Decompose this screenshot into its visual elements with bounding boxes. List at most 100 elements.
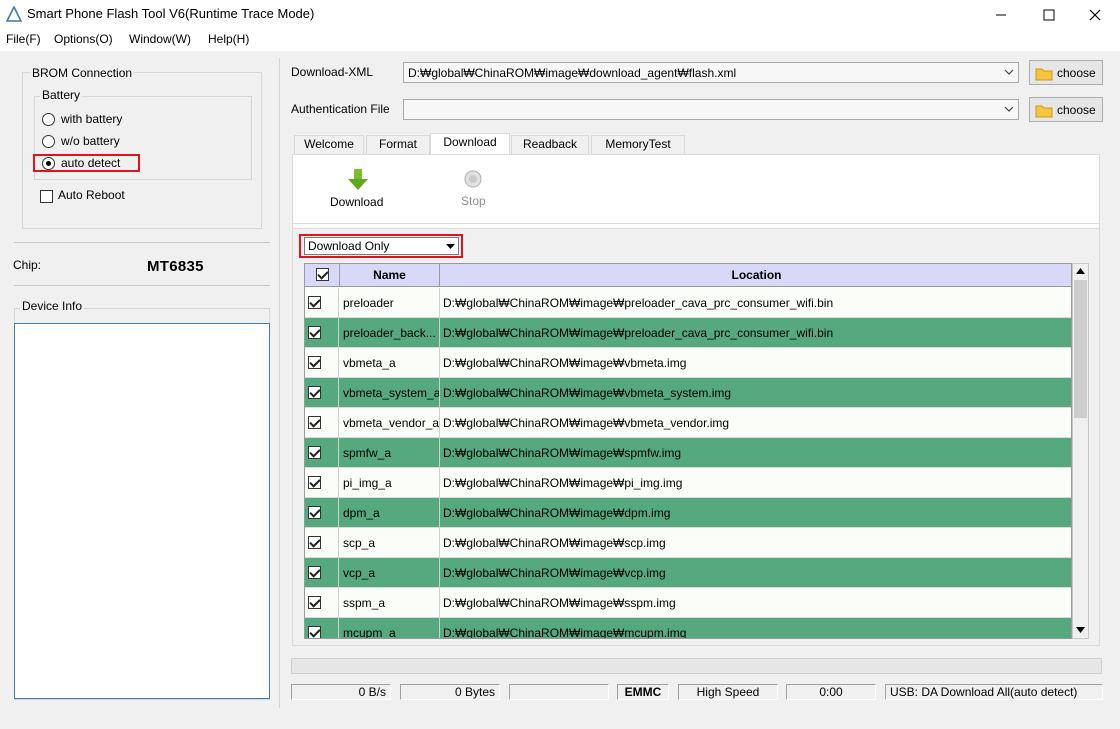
row-name: preloader (340, 288, 440, 318)
select-all-checkbox[interactable] (316, 268, 329, 281)
status-time: 0:00 (786, 684, 876, 700)
menu-help[interactable]: Help(H) (208, 32, 249, 46)
download-xml-combo[interactable]: D:₩global₩ChinaROM₩image₩download_agent₩… (403, 62, 1019, 83)
row-name: vcp_a (340, 558, 440, 588)
choose-xml-label: choose (1057, 66, 1096, 80)
tab-download[interactable]: Download (430, 133, 510, 155)
status-bytes: 0 Bytes (400, 684, 500, 700)
table-row[interactable]: mcupm_a D:₩global₩ChinaROM₩image₩mcupm.im… (305, 618, 1071, 639)
wo-battery-radio[interactable] (42, 135, 55, 148)
menu-window[interactable]: Window(W) (129, 32, 191, 46)
progress-bar (291, 658, 1102, 674)
row-name: spmfw_a (340, 438, 440, 468)
table-row[interactable]: pi_img_a D:₩global₩ChinaROM₩image₩pi_img.… (305, 468, 1071, 498)
row-checkbox-cell (305, 528, 339, 558)
chevron-down-icon (1004, 106, 1014, 112)
chevron-down-icon (1004, 69, 1014, 75)
row-location: D:₩global₩ChinaROM₩image₩dpm.img (443, 506, 671, 520)
wo-battery-label: w/o battery (61, 134, 120, 148)
minimize-button[interactable] (978, 0, 1024, 29)
row-checkbox-cell (305, 408, 339, 438)
row-location: D:₩global₩ChinaROM₩image₩preloader_cava_… (443, 326, 834, 340)
row-checkbox[interactable] (308, 446, 321, 459)
table-row[interactable]: spmfw_a D:₩global₩ChinaROM₩image₩spmfw.im… (305, 438, 1071, 468)
tab-format[interactable]: Format (366, 135, 430, 154)
chip-value: MT6835 (147, 258, 204, 275)
table-row[interactable]: vcp_a D:₩global₩ChinaROM₩image₩vcp.img (305, 558, 1071, 588)
device-info-box (14, 323, 270, 699)
device-info-title: Device Info (20, 299, 85, 313)
table-row[interactable]: preloader D:₩global₩ChinaROM₩image₩preloa… (305, 288, 1071, 318)
menu-bar: File(F) Options(O) Window(W) Help(H) (0, 29, 1120, 51)
scroll-down-icon[interactable] (1075, 626, 1086, 634)
status-storage: EMMC (617, 684, 669, 700)
row-checkbox[interactable] (308, 356, 321, 369)
row-name: dpm_a (340, 498, 440, 528)
row-checkbox[interactable] (308, 506, 321, 519)
minimize-icon (996, 14, 1006, 15)
row-checkbox-cell (305, 498, 339, 528)
table-row[interactable]: vbmeta_vendor_a D:₩global₩ChinaROM₩image₩… (305, 408, 1071, 438)
choose-xml-button[interactable]: choose (1029, 60, 1103, 85)
tab-memorytest[interactable]: MemoryTest (591, 135, 685, 154)
download-label: Download (330, 195, 384, 209)
stop-button[interactable]: Stop (452, 166, 496, 216)
row-checkbox-cell (305, 468, 339, 498)
tab-readback[interactable]: Readback (511, 135, 589, 154)
scrollbar-thumb[interactable] (1074, 280, 1087, 418)
tab-welcome[interactable]: Welcome (294, 135, 364, 154)
row-checkbox[interactable] (308, 476, 321, 489)
table-row[interactable]: vbmeta_a D:₩global₩ChinaROM₩image₩vbmeta.… (305, 348, 1071, 378)
header-name[interactable]: Name (340, 264, 440, 287)
window-title: Smart Phone Flash Tool V6(Runtime Trace … (27, 6, 315, 21)
status-usb: USB: DA Download All(auto detect) (885, 684, 1103, 700)
with-battery-radio[interactable] (42, 113, 55, 126)
menu-file[interactable]: File(F) (6, 32, 41, 46)
table-row[interactable]: dpm_a D:₩global₩ChinaROM₩image₩dpm.img (305, 498, 1071, 528)
row-checkbox[interactable] (308, 596, 321, 609)
row-checkbox[interactable] (308, 626, 321, 638)
splitter[interactable] (279, 58, 280, 708)
scroll-up-icon[interactable] (1075, 267, 1086, 275)
row-location: D:₩global₩ChinaROM₩image₩preloader_cava_… (443, 296, 834, 310)
row-location: D:₩global₩ChinaROM₩image₩pi_img.img (443, 476, 683, 490)
row-location: D:₩global₩ChinaROM₩image₩vbmeta.img (443, 356, 687, 370)
row-name: mcupm_a (340, 618, 440, 638)
folder-icon (1035, 105, 1053, 118)
row-checkbox[interactable] (308, 386, 321, 399)
download-button[interactable]: Download (322, 166, 394, 216)
row-location: D:₩global₩ChinaROM₩image₩sspm.img (443, 596, 676, 610)
chip-label: Chip: (13, 258, 42, 272)
close-button[interactable] (1072, 0, 1118, 29)
app-logo-icon (6, 6, 22, 22)
folder-icon (1035, 68, 1053, 81)
divider (14, 242, 270, 243)
row-checkbox[interactable] (308, 566, 321, 579)
divider (14, 285, 270, 286)
header-select-all[interactable] (305, 264, 340, 287)
choose-auth-button[interactable]: choose (1029, 97, 1103, 122)
row-checkbox[interactable] (308, 536, 321, 549)
table-header: Name Location (305, 264, 1071, 287)
maximize-button[interactable] (1026, 0, 1072, 29)
row-checkbox[interactable] (308, 326, 321, 339)
table-row[interactable]: vbmeta_system_a D:₩global₩ChinaROM₩image₩… (305, 378, 1071, 408)
menu-options[interactable]: Options(O) (54, 32, 113, 46)
table-row[interactable]: preloader_back... D:₩global₩ChinaROM₩imag… (305, 318, 1071, 348)
maximize-icon (1043, 9, 1055, 20)
table-row[interactable]: sspm_a D:₩global₩ChinaROM₩image₩sspm.img (305, 588, 1071, 618)
status-speed: 0 B/s (291, 684, 391, 700)
brom-connection-title: BROM Connection (30, 66, 135, 80)
auto-reboot-checkbox[interactable] (40, 190, 53, 203)
stop-icon (464, 170, 482, 188)
auth-file-combo[interactable] (403, 99, 1019, 120)
row-location: D:₩global₩ChinaROM₩image₩mcupm.img (443, 626, 687, 639)
table-row[interactable]: scp_a D:₩global₩ChinaROM₩image₩scp.img (305, 528, 1071, 558)
row-checkbox[interactable] (308, 296, 321, 309)
row-location: D:₩global₩ChinaROM₩image₩spmfw.img (443, 446, 682, 460)
row-checkbox[interactable] (308, 416, 321, 429)
row-checkbox-cell (305, 438, 339, 468)
header-location[interactable]: Location (440, 264, 1071, 287)
row-name: preloader_back... (340, 318, 440, 348)
with-battery-label: with battery (61, 112, 123, 126)
